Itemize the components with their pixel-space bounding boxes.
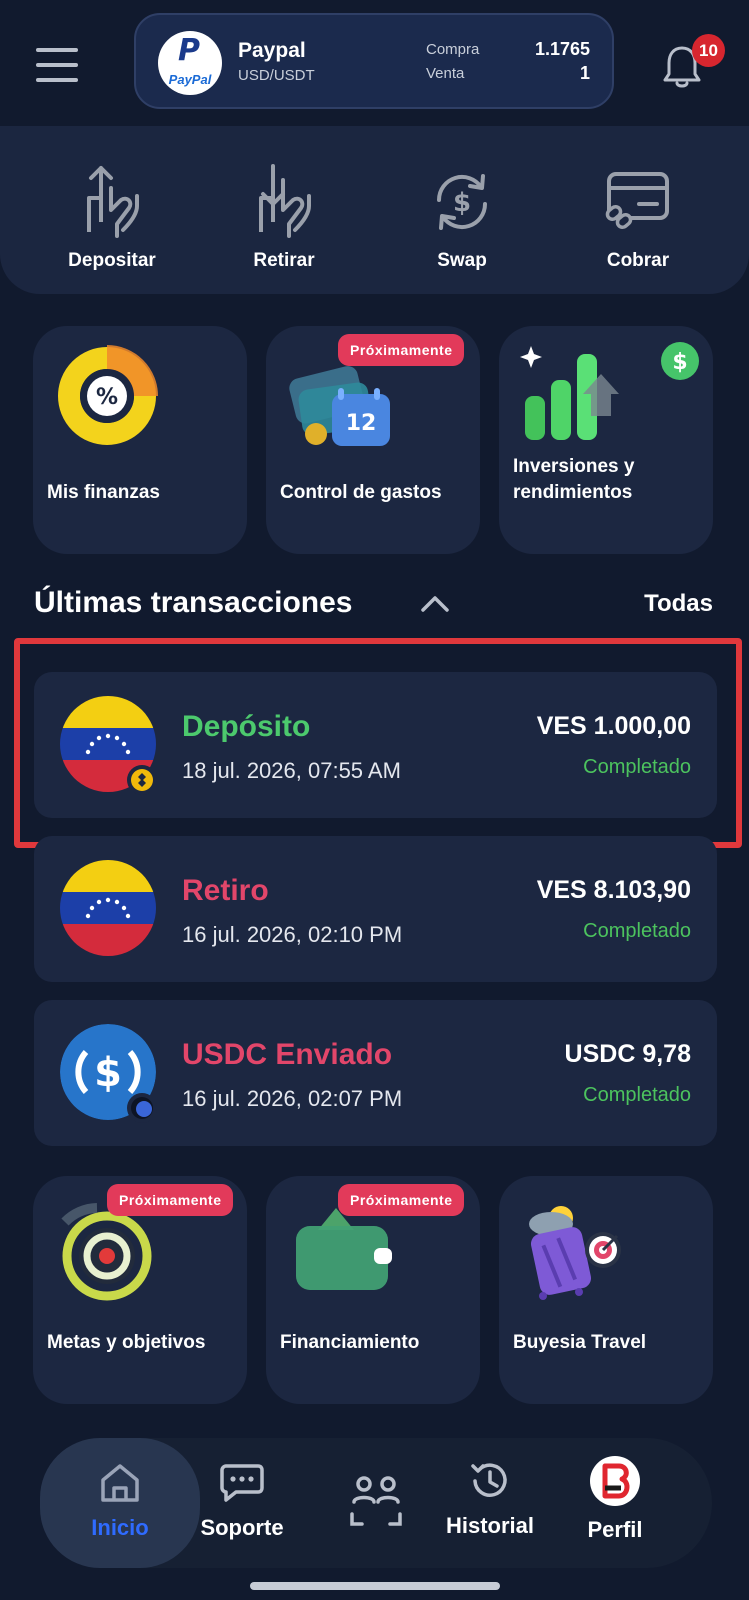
nav-label-support: Soporte xyxy=(200,1515,284,1540)
quick-actions: Depositar Retirar $ Swap Cobrar xyxy=(0,126,749,294)
highlight-box xyxy=(14,638,742,848)
feature-title: Financiamiento xyxy=(280,1332,420,1353)
feature-card-finances[interactable]: % Mis finanzas xyxy=(33,326,247,554)
transaction-amount: VES 8.103,90 xyxy=(536,876,691,904)
deposit-hand-icon xyxy=(87,166,139,238)
dollar-badge-icon: $ xyxy=(661,342,699,380)
transaction-date: 16 jul. 2026, 02:10 PM xyxy=(182,922,403,947)
feature-title: Mis finanzas xyxy=(47,482,160,503)
withdraw-hand-icon xyxy=(259,164,311,238)
feature-card-financing[interactable]: Próximamente Financiamiento xyxy=(266,1176,480,1404)
collect-button[interactable]: Cobrar xyxy=(568,160,708,272)
bottom-nav: Inicio Soporte Historial Perfil xyxy=(40,1438,712,1568)
transaction-row[interactable]: $ USDC Enviado 16 jul. 2026, 02:07 PM US… xyxy=(34,1000,717,1146)
swap-label: Swap xyxy=(437,250,487,271)
profile-logo-icon xyxy=(590,1456,640,1506)
card-link-icon xyxy=(605,172,669,230)
network-coin-icon xyxy=(127,1093,157,1123)
growth-bars-icon xyxy=(520,346,619,440)
home-indicator[interactable] xyxy=(250,1582,500,1590)
feature-card-goals[interactable]: Próximamente Metas y objetivos xyxy=(33,1176,247,1404)
feature-card-expenses[interactable]: 12 Próximamente Control de gastos xyxy=(266,326,480,554)
svg-text:$: $ xyxy=(94,1050,122,1096)
menu-button[interactable] xyxy=(36,48,78,82)
sell-label: Venta xyxy=(426,65,465,82)
transaction-status: Completado xyxy=(583,920,691,942)
feature-title: Inversiones y rendimientos xyxy=(513,456,635,503)
deposit-button[interactable]: Depositar xyxy=(42,160,182,272)
feature-title: Buyesia Travel xyxy=(513,1332,647,1353)
donut-chart-icon: % xyxy=(58,345,158,445)
nav-item-home[interactable]: Inicio xyxy=(60,1438,180,1568)
transaction-amount: USDC 9,78 xyxy=(564,1040,691,1068)
header: P PayPal Paypal USD/USDT Compra 1.1765 V… xyxy=(0,0,749,126)
feature-card-travel[interactable]: Buyesia Travel xyxy=(499,1176,713,1404)
transaction-status: Completado xyxy=(583,1084,691,1106)
target-icon xyxy=(61,1203,152,1301)
venezuela-flag-icon xyxy=(60,860,156,956)
swap-dollar-icon: $ xyxy=(436,174,488,230)
deposit-label: Depositar xyxy=(68,250,156,271)
sell-value: 1 xyxy=(579,63,590,83)
transaction-type: Retiro xyxy=(182,874,269,907)
svg-text:%: % xyxy=(96,385,118,410)
feature-card-investments[interactable]: $ Inversiones y rendimientos xyxy=(499,326,713,554)
nav-label-history: Historial xyxy=(445,1513,535,1538)
svg-text:12: 12 xyxy=(346,411,377,436)
coming-soon-badge: Próximamente xyxy=(338,334,465,366)
exchange-rate-card[interactable]: P PayPal Paypal USD/USDT Compra 1.1765 V… xyxy=(134,13,614,109)
nav-label-home: Inicio xyxy=(91,1515,149,1540)
withdraw-label: Retirar xyxy=(253,250,315,271)
rate-name: Paypal xyxy=(238,39,306,62)
buy-label: Compra xyxy=(426,41,480,58)
swap-button[interactable]: $ Swap xyxy=(392,160,532,272)
chevron-up-icon[interactable] xyxy=(420,594,450,614)
nav-item-scan[interactable] xyxy=(316,1438,436,1568)
transaction-row[interactable]: Retiro 16 jul. 2026, 02:10 PM VES 8.103,… xyxy=(34,836,717,982)
rate-pair: USD/USDT xyxy=(238,67,315,84)
notification-badge: 10 xyxy=(692,34,725,67)
nav-item-profile[interactable]: Perfil xyxy=(560,1438,670,1568)
paypal-logo-icon: P PayPal xyxy=(158,31,222,95)
nav-item-support[interactable]: Soporte xyxy=(182,1438,302,1568)
menu-line xyxy=(36,48,78,52)
transaction-date: 16 jul. 2026, 02:07 PM xyxy=(182,1086,403,1111)
collect-label: Cobrar xyxy=(606,250,670,271)
home-icon xyxy=(101,1464,139,1502)
transaction-type: USDC Enviado xyxy=(182,1038,393,1071)
buy-value: 1.1765 xyxy=(534,39,590,59)
suitcase-icon xyxy=(529,1206,621,1300)
svg-text:$: $ xyxy=(453,188,471,218)
coming-soon-badge: Próximamente xyxy=(338,1184,465,1216)
history-icon xyxy=(471,1463,507,1497)
chat-icon xyxy=(220,1464,264,1502)
withdraw-button[interactable]: Retirar xyxy=(214,160,354,272)
section-title: Últimas transacciones xyxy=(34,586,353,619)
scan-icon xyxy=(350,1476,402,1526)
coming-soon-badge: Próximamente xyxy=(107,1184,234,1216)
view-all-link[interactable]: Todas xyxy=(644,590,713,618)
calendar-cards-icon: 12 xyxy=(289,366,390,446)
nav-label-profile: Perfil xyxy=(587,1517,643,1542)
menu-line xyxy=(36,63,78,67)
menu-line xyxy=(36,78,78,82)
nav-item-history[interactable]: Historial xyxy=(428,1438,552,1568)
feature-title: Control de gastos xyxy=(280,482,442,503)
feature-title: Metas y objetivos xyxy=(47,1332,206,1353)
svg-text:$: $ xyxy=(672,350,687,375)
